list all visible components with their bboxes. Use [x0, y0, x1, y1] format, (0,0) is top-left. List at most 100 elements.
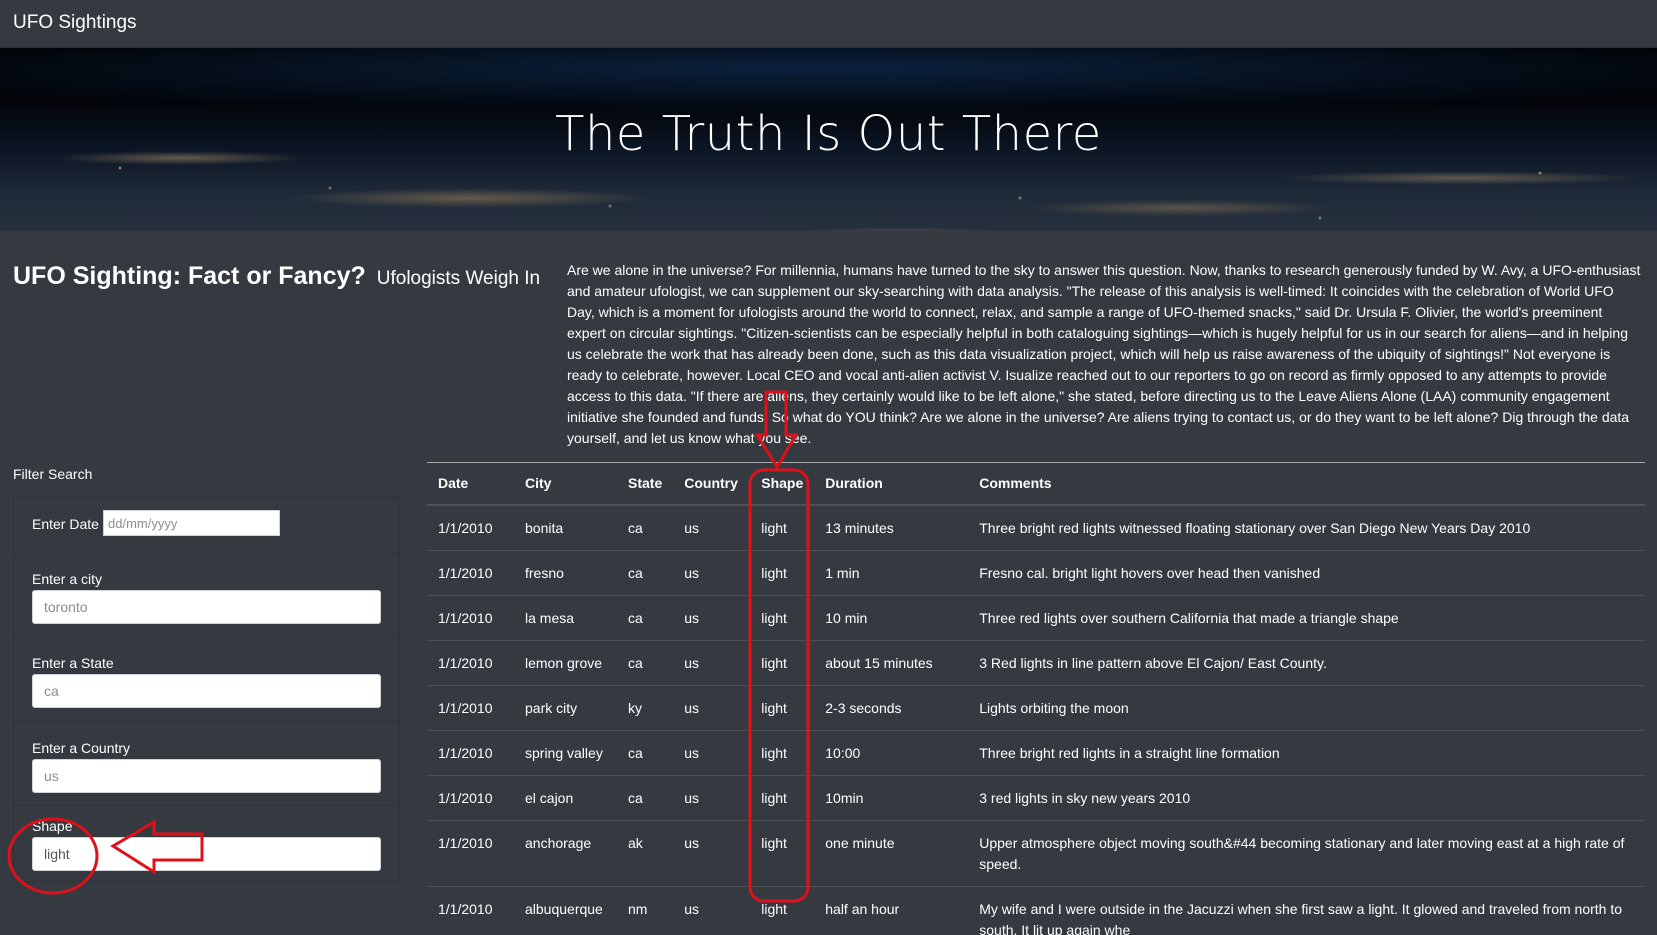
hero-banner: The Truth Is Out There — [0, 48, 1657, 231]
date-input[interactable] — [103, 510, 280, 536]
article-text: Are we alone in the universe? For millen… — [567, 262, 1641, 446]
table-row: 1/1/2010 lemon grove ca us light about 15 min… — [427, 639, 1645, 685]
cell-country: us — [673, 684, 751, 730]
cell-date: 1/1/2010 — [427, 684, 514, 730]
table-row: 1/1/2010 bonita ca us light 13 minutes Three b… — [427, 504, 1645, 550]
cell-comments: Fresno cal. bright light hovers over hea… — [968, 549, 1645, 595]
filter-search-title: Filter Search — [13, 466, 93, 482]
cell-date: 1/1/2010 — [427, 549, 514, 595]
cell-state: ca — [617, 639, 674, 685]
cell-date: 1/1/2010 — [427, 504, 514, 550]
cell-shape: light — [750, 729, 815, 775]
cell-shape: light — [750, 549, 815, 595]
table-body: 1/1/2010 bonita ca us light 13 minutes Three b… — [427, 504, 1645, 935]
date-label: Enter Date — [32, 516, 99, 532]
ufo-table: Date City State Country Shape Duration C… — [427, 462, 1645, 935]
cell-duration: 13 minutes — [814, 504, 969, 550]
cell-country: us — [673, 594, 751, 640]
cell-duration: about 15 minutes — [814, 639, 969, 685]
country-input[interactable] — [32, 759, 381, 793]
table-header-row: Date City State Country Shape Duration C… — [427, 462, 1645, 506]
cell-shape: light — [750, 819, 815, 886]
state-label: Enter a State — [32, 655, 114, 671]
cell-comments: Three red lights over southern Californi… — [968, 594, 1645, 640]
cell-city: park city — [514, 684, 617, 730]
header-date: Date — [427, 462, 514, 506]
cell-duration: 10min — [814, 774, 969, 820]
cell-country: us — [673, 729, 751, 775]
ufo-table-container: Date City State Country Shape Duration C… — [427, 462, 1645, 935]
filter-country-item: Enter a Country — [14, 722, 399, 806]
table-row: 1/1/2010 spring valley ca us light 10:00 Three… — [427, 729, 1645, 775]
cell-country: us — [673, 819, 751, 886]
headline-sub: Ufologists Weigh In — [376, 268, 541, 289]
city-input[interactable] — [32, 590, 381, 624]
header-country: Country — [673, 462, 751, 506]
cell-country: us — [673, 774, 751, 820]
cell-date: 1/1/2010 — [427, 639, 514, 685]
cell-duration: 10 min — [814, 594, 969, 640]
cell-comments: Lights orbiting the moon — [968, 684, 1645, 730]
cell-state: ca — [617, 549, 674, 595]
cell-city: albuquerque — [514, 885, 617, 935]
cell-shape: light — [750, 684, 815, 730]
header-duration: Duration — [814, 462, 969, 506]
cell-city: la mesa — [514, 594, 617, 640]
table-row: 1/1/2010 la mesa ca us light 10 min Three red … — [427, 594, 1645, 640]
cell-city: lemon grove — [514, 639, 617, 685]
cell-duration: 2-3 seconds — [814, 684, 969, 730]
cell-date: 1/1/2010 — [427, 774, 514, 820]
hero-title: The Truth Is Out There — [555, 106, 1102, 162]
cell-country: us — [673, 885, 751, 935]
table-row: 1/1/2010 park city ky us light 2-3 seconds Lig… — [427, 684, 1645, 730]
shape-label: Shape — [32, 818, 73, 834]
filter-date-item: Enter Date — [14, 498, 399, 553]
cell-date: 1/1/2010 — [427, 819, 514, 886]
state-input[interactable] — [32, 674, 381, 708]
cell-shape: light — [750, 639, 815, 685]
cell-date: 1/1/2010 — [427, 885, 514, 935]
shape-input[interactable] — [32, 837, 381, 871]
cell-date: 1/1/2010 — [427, 594, 514, 640]
cell-shape: light — [750, 885, 815, 935]
cell-country: us — [673, 639, 751, 685]
cell-duration: one minute — [814, 819, 969, 886]
filter-shape-item: Shape — [14, 806, 399, 883]
cell-city: el cajon — [514, 774, 617, 820]
navbar-brand[interactable]: UFO Sightings — [13, 12, 137, 34]
country-label: Enter a Country — [32, 740, 131, 756]
table-row: 1/1/2010 el cajon ca us light 10min 3 red ligh… — [427, 774, 1645, 820]
cell-shape: light — [750, 594, 815, 640]
cell-comments: My wife and I were outside in the Jacuzz… — [968, 885, 1645, 935]
cell-comments: Three bright red lights in a straight li… — [968, 729, 1645, 775]
cell-duration: 10:00 — [814, 729, 969, 775]
table-row: 1/1/2010 fresno ca us light 1 min Fresno cal. … — [427, 549, 1645, 595]
cell-shape: light — [750, 504, 815, 550]
cell-city: fresno — [514, 549, 617, 595]
cell-state: ca — [617, 504, 674, 550]
city-label: Enter a city — [32, 571, 103, 587]
filter-city-item: Enter a city — [14, 553, 399, 637]
header-state: State — [617, 462, 674, 506]
cell-duration: 1 min — [814, 549, 969, 595]
cell-shape: light — [750, 774, 815, 820]
cell-city: anchorage — [514, 819, 617, 886]
filter-panel: Enter Date Enter a city Enter a State En… — [13, 497, 400, 882]
cell-duration: half an hour — [814, 885, 969, 935]
cell-state: nm — [617, 885, 674, 935]
cell-date: 1/1/2010 — [427, 729, 514, 775]
header-comments: Comments — [968, 462, 1645, 506]
cell-country: us — [673, 549, 751, 595]
navbar: UFO Sightings — [0, 0, 1657, 48]
header-city: City — [514, 462, 617, 506]
cell-state: ak — [617, 819, 674, 886]
cell-city: bonita — [514, 504, 617, 550]
cell-comments: Three bright red lights witnessed floati… — [968, 504, 1645, 550]
headline-main: UFO Sighting: Fact or Fancy? — [13, 262, 366, 290]
header-shape: Shape — [750, 462, 815, 506]
table-row: 1/1/2010 anchorage ak us light one minute Uppe… — [427, 819, 1645, 886]
filter-state-item: Enter a State — [14, 637, 399, 722]
table-row: 1/1/2010 albuquerque nm us light half an hour… — [427, 885, 1645, 935]
cell-state: ca — [617, 774, 674, 820]
page-headline: UFO Sighting: Fact or Fancy? Ufologists … — [13, 262, 553, 291]
